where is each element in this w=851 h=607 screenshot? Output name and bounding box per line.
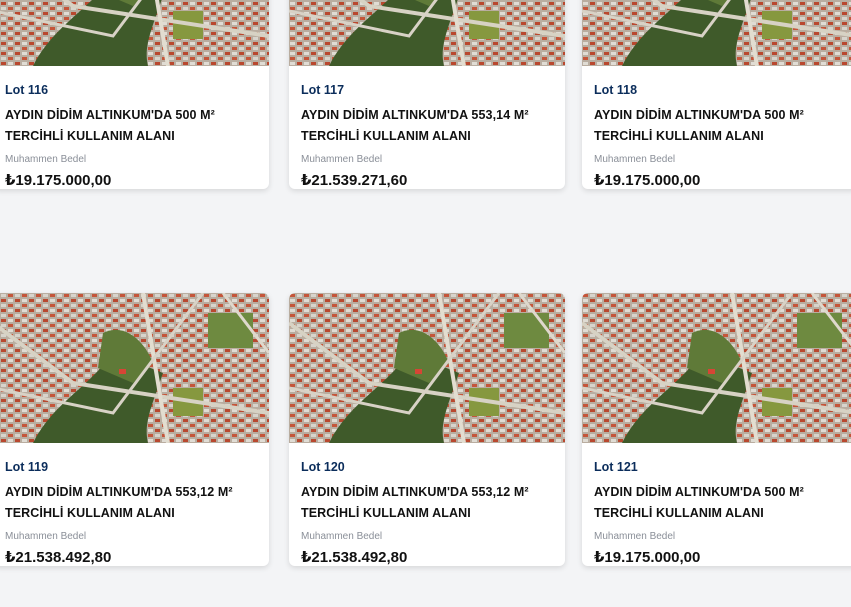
lot-number[interactable]: Lot 118	[594, 83, 846, 97]
listing-card[interactable]: Lot 118 AYDIN DİDİM ALTINKUM'DA 500 M² T…	[582, 0, 851, 189]
price-label: Muhammen Bedel	[594, 154, 676, 165]
price-label: Muhammen Bedel	[5, 531, 87, 542]
listing-title-line2[interactable]: TERCİHLİ KULLANIM ALANI	[594, 126, 846, 147]
aerial-map-thumbnail[interactable]	[289, 293, 565, 443]
listing-title-line2[interactable]: TERCİHLİ KULLANIM ALANI	[594, 503, 846, 524]
listing-title-line1[interactable]: AYDIN DİDİM ALTINKUM'DA 500 M²	[594, 105, 846, 126]
price-value: ₺19.175.000,00	[594, 549, 701, 566]
lot-number[interactable]: Lot 121	[594, 460, 846, 474]
aerial-map-thumbnail[interactable]	[582, 0, 851, 66]
listing-card[interactable]: Lot 117 AYDIN DİDİM ALTINKUM'DA 553,14 M…	[289, 0, 565, 189]
aerial-map-thumbnail[interactable]	[289, 0, 565, 66]
lot-number[interactable]: Lot 120	[301, 460, 553, 474]
price-value: ₺21.538.492,80	[5, 549, 112, 566]
listing-card[interactable]: Lot 121 AYDIN DİDİM ALTINKUM'DA 500 M² T…	[582, 293, 851, 566]
listing-title-line1[interactable]: AYDIN DİDİM ALTINKUM'DA 500 M²	[5, 105, 257, 126]
lot-number[interactable]: Lot 116	[5, 83, 257, 97]
listing-title-line1[interactable]: AYDIN DİDİM ALTINKUM'DA 500 M²	[594, 482, 846, 503]
price-label: Muhammen Bedel	[301, 531, 383, 542]
aerial-map-thumbnail[interactable]	[582, 293, 851, 443]
listing-title-line2[interactable]: TERCİHLİ KULLANIM ALANI	[5, 503, 257, 524]
price-label: Muhammen Bedel	[5, 154, 87, 165]
price-value: ₺21.538.492,80	[301, 549, 408, 566]
price-value: ₺21.539.271,60	[301, 172, 408, 189]
listing-title-line2[interactable]: TERCİHLİ KULLANIM ALANI	[5, 126, 257, 147]
listing-title-line2[interactable]: TERCİHLİ KULLANIM ALANI	[301, 126, 553, 147]
price-value: ₺19.175.000,00	[5, 172, 112, 189]
price-value: ₺19.175.000,00	[594, 172, 701, 189]
listing-title-line1[interactable]: AYDIN DİDİM ALTINKUM'DA 553,14 M²	[301, 105, 553, 126]
lot-number[interactable]: Lot 119	[5, 460, 257, 474]
listing-title-line1[interactable]: AYDIN DİDİM ALTINKUM'DA 553,12 M²	[301, 482, 553, 503]
aerial-map-thumbnail[interactable]	[0, 0, 269, 66]
listing-card[interactable]: Lot 116 AYDIN DİDİM ALTINKUM'DA 500 M² T…	[0, 0, 269, 189]
listing-title-line1[interactable]: AYDIN DİDİM ALTINKUM'DA 553,12 M²	[5, 482, 257, 503]
listing-title-line2[interactable]: TERCİHLİ KULLANIM ALANI	[301, 503, 553, 524]
listing-card[interactable]: Lot 120 AYDIN DİDİM ALTINKUM'DA 553,12 M…	[289, 293, 565, 566]
price-label: Muhammen Bedel	[301, 154, 383, 165]
price-label: Muhammen Bedel	[594, 531, 676, 542]
lot-number[interactable]: Lot 117	[301, 83, 553, 97]
aerial-map-thumbnail[interactable]	[0, 293, 269, 443]
listing-card[interactable]: Lot 119 AYDIN DİDİM ALTINKUM'DA 553,12 M…	[0, 293, 269, 566]
